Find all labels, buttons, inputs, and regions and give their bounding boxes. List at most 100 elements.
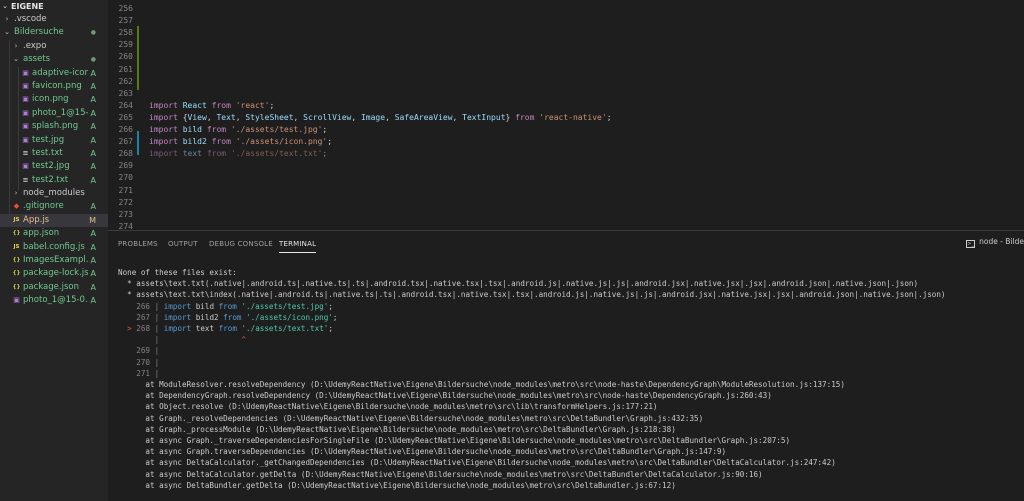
code-token: ;	[327, 137, 333, 147]
code-token: TextInput	[462, 112, 506, 122]
terminal-instance-selector[interactable]: >_ node - Bilde	[966, 237, 1024, 248]
image-file-icon: ▣	[22, 68, 29, 77]
code-editor[interactable]: 256 257 258 259 260 261 262 263 264 import React …	[108, 0, 1024, 243]
code-line[interactable]: import bild2 from './assets/icon.png';	[149, 136, 332, 148]
git-status-badge: ●	[90, 29, 96, 37]
file-item[interactable]: JS App.js M	[0, 213, 108, 228]
file-item[interactable]: ≡ test2.txt A	[0, 174, 108, 187]
line-number: 270	[118, 173, 133, 183]
git-status-badge: ●	[90, 56, 96, 64]
code-token: SafeAreaView	[394, 112, 453, 122]
file-item[interactable]: ▣ test.jpg A	[0, 134, 108, 147]
tab-terminal[interactable]: TERMINAL	[279, 239, 317, 253]
image-file-icon: ▣	[22, 95, 29, 104]
code-token: import	[149, 100, 183, 110]
code-token: bild2	[182, 137, 212, 147]
git-status-badge: A	[90, 175, 96, 185]
file-item[interactable]: ▣adaptive-icon....A	[0, 67, 108, 80]
file-item[interactable]: ▣ icon.png A	[0, 93, 108, 106]
error-caret: ^	[241, 335, 247, 345]
terminal-line: at DependencyGraph.resolveDependency (D:…	[118, 391, 772, 401]
line-number: 267	[118, 137, 133, 147]
file-item[interactable]: JS babel.config.js A	[0, 241, 108, 254]
file-item[interactable]: {} package.json A	[0, 281, 108, 294]
code-token: 'react'	[235, 100, 270, 110]
git-status-badge: A	[90, 68, 96, 78]
file-item[interactable]: ▣ favicon.png A	[0, 80, 108, 93]
folder-item[interactable]: › node_modules	[0, 187, 108, 200]
folder-item[interactable]: ⌄ Bildersuche ●	[0, 26, 108, 39]
explorer-root-header[interactable]: ⌄ EIGENE	[0, 0, 108, 13]
file-tree: › .vscode ⌄ Bildersuche ● › .expo ⌄ assets ● ▣ adap…	[0, 13, 108, 308]
tree-item-label: ImagesExampl...	[23, 255, 88, 266]
line-number: 262	[118, 76, 133, 86]
line-number: 265	[118, 112, 133, 122]
text-file-icon: ≡	[22, 148, 29, 157]
file-item[interactable]: ▣ splash.png A	[0, 120, 108, 133]
code-line[interactable]: import {View, Text, StyleSheet, ScrollVi…	[149, 112, 612, 124]
json-file-icon: {}	[12, 270, 21, 277]
git-file-icon: ◆	[13, 202, 20, 211]
code-token: './assets/icon.png'	[235, 137, 328, 147]
code-token: ,	[235, 112, 246, 122]
terminal-line: at async DeltaCalculator.getDelta (D:\Ud…	[118, 469, 763, 479]
image-file-icon: ▣	[22, 122, 29, 131]
folder-item[interactable]: › .expo	[0, 40, 108, 53]
code-token: import	[149, 149, 183, 159]
tab-problems[interactable]: PROBLEMS	[118, 239, 158, 253]
terminal-line: at async DeltaBundler.getDelta (D:\Udemy…	[118, 480, 676, 490]
file-item[interactable]: ▣ test2.jpg A	[0, 160, 108, 173]
code-token: import	[149, 112, 183, 122]
code-token: import	[149, 125, 183, 134]
tree-item-label: App.js	[23, 214, 50, 225]
code-token: ,	[206, 112, 217, 122]
folder-item[interactable]: ⌄ assets ●	[0, 53, 108, 66]
image-file-icon: ▣	[22, 108, 29, 117]
tree-item-label: photo_1@15-...	[32, 107, 88, 118]
tab-output[interactable]: OUTPUT	[168, 239, 198, 253]
file-item[interactable]: ▣ photo_1@15-0... A	[0, 294, 108, 307]
code-token: StyleSheet	[245, 112, 294, 122]
js-file-icon: JS	[13, 243, 20, 250]
image-file-icon: ▣	[22, 135, 29, 144]
git-status-badge: A	[90, 296, 96, 306]
code-token: from	[206, 149, 231, 159]
json-file-icon: {}	[12, 230, 21, 237]
code-token: ,	[293, 112, 304, 122]
tab-debug-console[interactable]: DEBUG CONSOLE	[209, 239, 273, 253]
terminal-line: 271 |	[118, 368, 160, 378]
file-item[interactable]: ◆ .gitignore A	[0, 200, 108, 213]
explorer-sidebar: ⌄ EIGENE › .vscode ⌄ Bildersuche ● › .expo ⌄ ass…	[0, 0, 108, 501]
image-file-icon: ▣	[13, 296, 20, 305]
tree-item-label: package-lock.js...	[23, 268, 88, 279]
code-line[interactable]: import React from 'react';	[149, 100, 274, 112]
chevron-down-icon: ⌄	[4, 28, 10, 37]
code-line[interactable]: import text from './assets/text.txt';	[149, 148, 327, 160]
code-token: Text	[216, 112, 236, 122]
code-line[interactable]: import bild from './assets/test.jpg';	[149, 124, 327, 136]
file-item[interactable]: {}package-lock.js...A	[0, 267, 108, 280]
file-item[interactable]: ≡ test.txt A	[0, 147, 108, 160]
code-token: ,	[351, 112, 361, 122]
terminal-line: 267 | import bild2 from './assets/icon.p…	[118, 312, 338, 322]
terminal-line: * assets\text.txt\index(.native|.android…	[118, 290, 946, 300]
terminal-line: at ModuleResolver.resolveDependency (D:\…	[118, 380, 845, 389]
tree-item-label: icon.png	[32, 94, 69, 105]
line-number: 269	[118, 161, 133, 171]
folder-item[interactable]: › .vscode	[0, 13, 108, 26]
line-number: 258	[118, 28, 133, 38]
terminal-line: at Graph._processModule (D:\UdemyReactNa…	[118, 424, 676, 434]
file-item[interactable]: {} app.json A	[0, 227, 108, 240]
code-token: text	[182, 149, 207, 159]
code-token: ;	[322, 149, 328, 159]
explorer-root-label: EIGENE	[11, 2, 44, 11]
file-item[interactable]: {} ImagesExampl... A	[0, 254, 108, 267]
line-number: 257	[118, 16, 133, 26]
text-file-icon: ≡	[22, 175, 29, 184]
image-file-icon: ▣	[22, 81, 29, 90]
line-number: 259	[118, 40, 133, 50]
tree-item-label: test.jpg	[32, 134, 65, 145]
tree-item-label: assets	[23, 54, 51, 65]
file-item[interactable]: ▣photo_1@15-...A	[0, 107, 108, 120]
code-token: }	[505, 112, 516, 122]
